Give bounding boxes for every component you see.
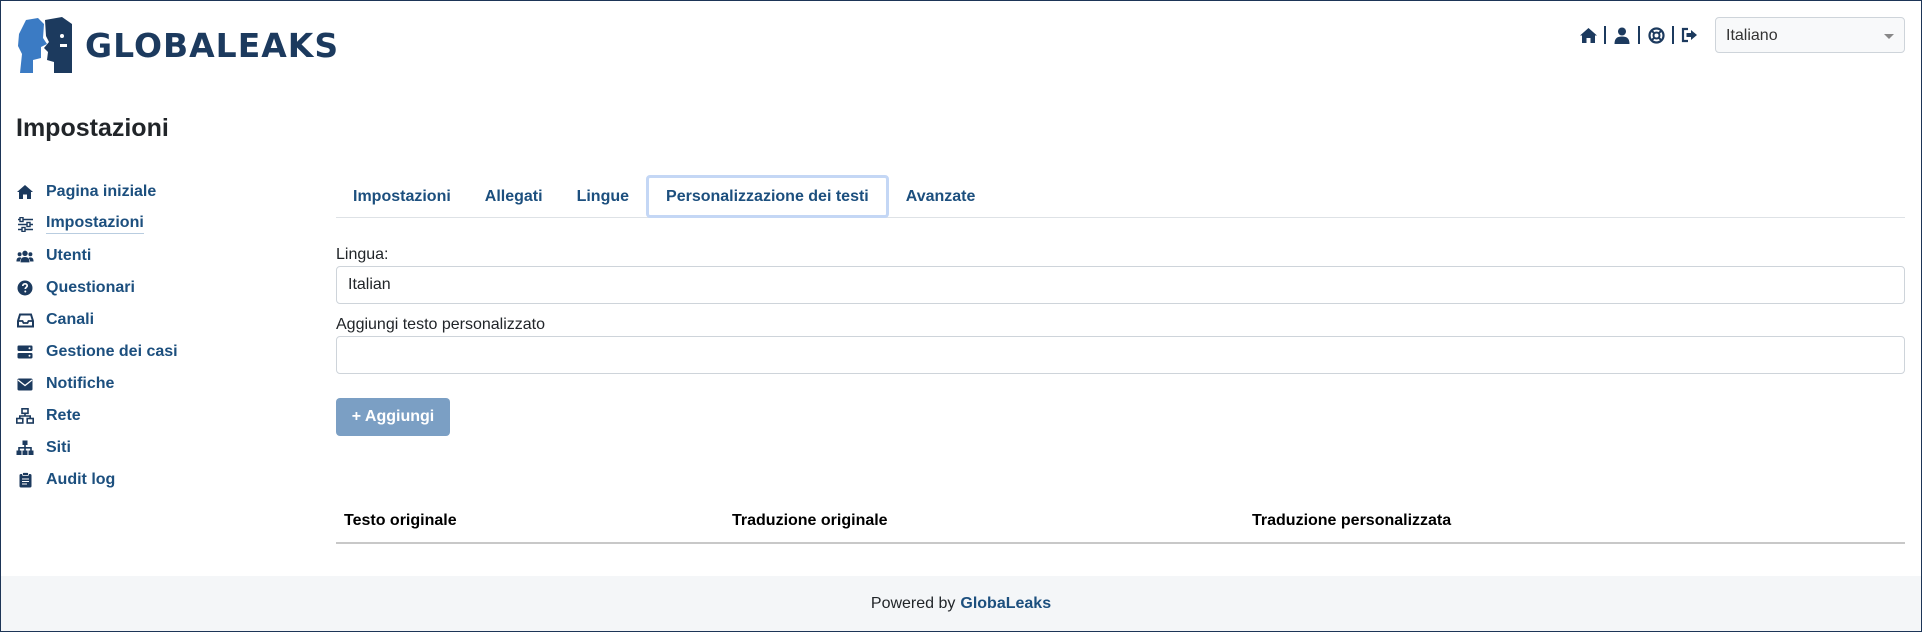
home-icon[interactable] xyxy=(1578,25,1598,45)
page-title: Impostazioni xyxy=(16,114,169,142)
language-field[interactable]: Italian xyxy=(336,266,1905,304)
sidebar-item-label: Siti xyxy=(46,439,71,456)
sidebar-item-label: Canali xyxy=(46,311,95,328)
column-header-custom-translation: Traduzione personalizzata xyxy=(1252,512,1452,529)
help-icon[interactable] xyxy=(1646,25,1666,45)
sidebar: Pagina iniziale Impostazioni Utenti Ques… xyxy=(16,176,178,496)
users-icon xyxy=(16,247,34,265)
tab-impostazioni[interactable]: Impostazioni xyxy=(336,175,468,218)
sidebar-item-label: Audit log xyxy=(46,471,116,488)
chevron-down-icon xyxy=(1884,34,1894,39)
sidebar-item-siti[interactable]: Siti xyxy=(16,432,178,464)
header-actions xyxy=(1578,24,1700,46)
server-icon xyxy=(16,343,34,361)
sidebar-item-label: Notifiche xyxy=(46,375,115,392)
sidebar-item-label: Utenti xyxy=(46,247,92,264)
home-icon xyxy=(16,183,34,201)
sidebar-item-label: Pagina iniziale xyxy=(46,183,157,200)
footer: Powered by GlobaLeaks xyxy=(1,576,1921,631)
separator xyxy=(1604,26,1606,44)
user-icon[interactable] xyxy=(1612,25,1632,45)
logo[interactable]: GLOBALEAKS xyxy=(16,16,339,74)
sidebar-item-label: Gestione dei casi xyxy=(46,343,178,360)
sidebar-item-audit-log[interactable]: Audit log xyxy=(16,464,178,496)
network-icon xyxy=(16,407,34,425)
inbox-icon xyxy=(16,311,34,329)
sidebar-item-canali[interactable]: Canali xyxy=(16,304,178,336)
sidebar-item-gestione-dei-casi[interactable]: Gestione dei casi xyxy=(16,336,178,368)
settings-tabs: Impostazioni Allegati Lingue Personalizz… xyxy=(336,175,1905,218)
app-name: GLOBALEAKS xyxy=(85,25,340,65)
language-select-value: Italiano xyxy=(1726,27,1778,44)
sidebar-item-impostazioni[interactable]: Impostazioni xyxy=(16,208,178,240)
tab-personalizzazione-dei-testi[interactable]: Personalizzazione dei testi xyxy=(646,175,889,218)
sliders-icon xyxy=(16,215,34,233)
logout-icon[interactable] xyxy=(1680,25,1700,45)
tab-allegati[interactable]: Allegati xyxy=(468,175,560,218)
footer-brand-link[interactable]: GlobaLeaks xyxy=(960,595,1051,613)
language-label: Lingua: xyxy=(336,246,389,263)
question-icon xyxy=(16,279,34,297)
sitemap-icon xyxy=(16,439,34,457)
sidebar-item-label: Rete xyxy=(46,407,81,424)
custom-text-input[interactable] xyxy=(336,336,1905,374)
tab-lingue[interactable]: Lingue xyxy=(560,175,646,218)
separator xyxy=(1638,26,1640,44)
clipboard-icon xyxy=(16,471,34,489)
sidebar-item-label: Questionari xyxy=(46,279,135,296)
envelope-icon xyxy=(16,375,34,393)
sidebar-item-rete[interactable]: Rete xyxy=(16,400,178,432)
language-select[interactable]: Italiano xyxy=(1715,17,1905,53)
tab-avanzate[interactable]: Avanzate xyxy=(889,175,993,218)
column-header-original-text: Testo originale xyxy=(344,512,457,529)
globaleaks-logo-icon xyxy=(18,17,72,73)
sidebar-item-questionari[interactable]: Questionari xyxy=(16,272,178,304)
custom-text-label: Aggiungi testo personalizzato xyxy=(336,316,546,333)
sidebar-item-pagina-iniziale[interactable]: Pagina iniziale xyxy=(16,176,178,208)
column-header-original-translation: Traduzione originale xyxy=(732,512,888,529)
sidebar-item-utenti[interactable]: Utenti xyxy=(16,240,178,272)
sidebar-item-label: Impostazioni xyxy=(46,214,144,234)
table-header: Testo originale Traduzione originale Tra… xyxy=(336,508,1905,544)
add-button[interactable]: + Aggiungi xyxy=(336,398,450,436)
separator xyxy=(1672,26,1674,44)
sidebar-item-notifiche[interactable]: Notifiche xyxy=(16,368,178,400)
footer-prefix: Powered by xyxy=(870,594,956,612)
